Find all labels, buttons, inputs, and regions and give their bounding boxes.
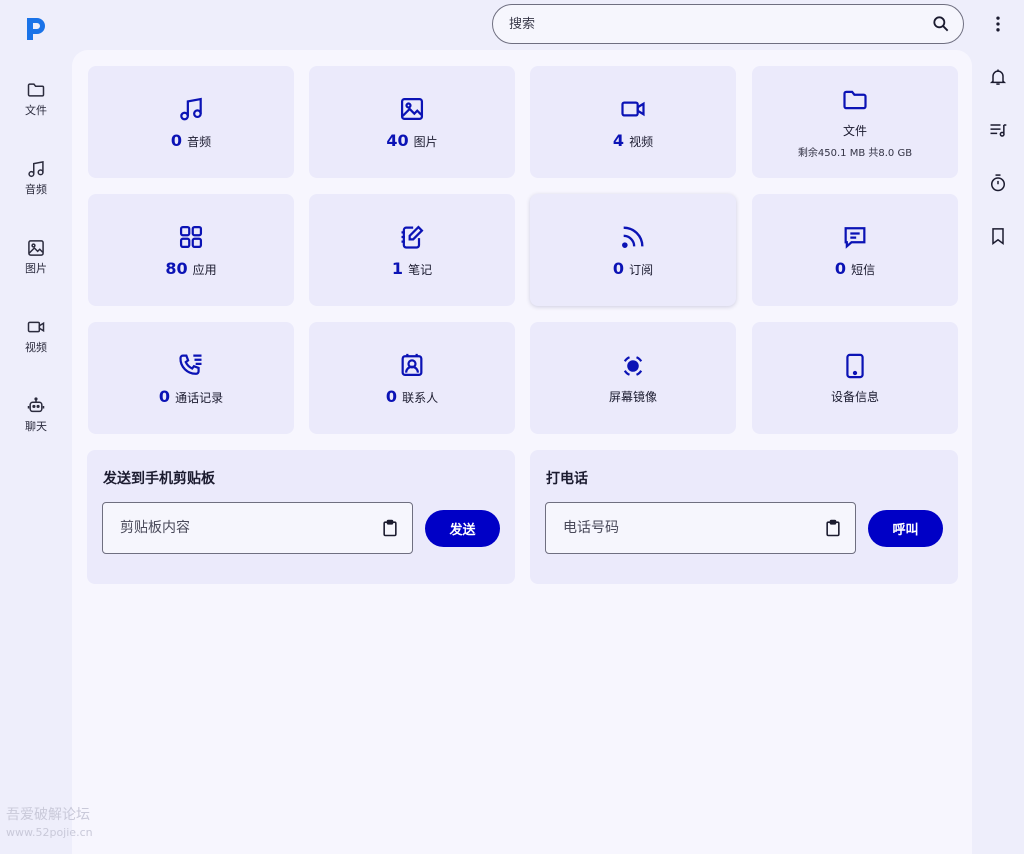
tile-screen-mirror[interactable]: 屏幕镜像 [530, 322, 736, 434]
video-icon [27, 321, 45, 333]
sidebar-item-label: 聊天 [25, 420, 47, 433]
tile-label: 设备信息 [830, 389, 879, 404]
playlist-button[interactable] [986, 118, 1010, 142]
tile-count: 0 [612, 258, 625, 278]
folder-icon [27, 83, 45, 97]
phone-field [545, 502, 856, 554]
tile-count: 0 [385, 386, 398, 406]
tile-count: 0 [170, 130, 183, 150]
tile-label: 应用 [192, 262, 217, 277]
call-card: 打电话 呼叫 [530, 450, 958, 584]
tile-count: 0 [834, 258, 847, 278]
phone-input[interactable] [561, 519, 823, 537]
contact-icon [401, 353, 423, 376]
grid-icon [179, 225, 203, 248]
tile-contacts[interactable]: 0 联系人 [309, 322, 515, 434]
phone-log-icon [179, 354, 202, 375]
sidebar-item-chat[interactable]: 聊天 [0, 396, 72, 456]
tile-video[interactable]: 4 视频 [530, 66, 736, 178]
clipboard-icon[interactable] [823, 518, 843, 538]
watermark-line: 吾爱破解论坛 [6, 807, 90, 823]
sidebar-item-label: 图片 [25, 262, 47, 275]
clipboard-field [102, 502, 413, 554]
main-content: 0 音频 40 图片 4 视频 文件 剩余450.1 MB 共8.0 GB 80 应用 … [72, 50, 972, 854]
sidebar-item-video[interactable]: 视频 [0, 317, 72, 377]
tablet-icon [846, 353, 864, 378]
search-input[interactable] [507, 15, 931, 33]
image-icon [400, 97, 424, 120]
video-icon [621, 100, 645, 117]
clipboard-input[interactable] [118, 519, 380, 537]
bookmark-button[interactable] [986, 224, 1010, 248]
sidebar-item-files[interactable]: 文件 [0, 80, 72, 140]
tile-audio[interactable]: 0 音频 [88, 66, 294, 178]
card-title: 发送到手机剪贴板 [103, 471, 215, 487]
tile-device-info[interactable]: 设备信息 [752, 322, 958, 434]
call-button[interactable]: 呼叫 [868, 510, 943, 547]
screen-record-icon [623, 355, 643, 376]
clipboard-card: 发送到手机剪贴板 发送 [87, 450, 515, 584]
search-bar [492, 4, 964, 44]
right-toolbar [972, 0, 1024, 854]
message-icon [844, 226, 866, 249]
sidebar-item-images[interactable]: 图片 [0, 238, 72, 298]
navigation-rail: 文件 音频 图片 视频 聊天 [0, 0, 72, 854]
tile-count: 1 [391, 258, 404, 278]
more-button[interactable] [986, 12, 1010, 36]
tile-label: 图片 [413, 134, 438, 149]
music-icon [180, 97, 202, 120]
watermark-line: www.52pojie.cn [6, 826, 93, 839]
tile-label: 屏幕镜像 [608, 389, 657, 404]
tile-notes[interactable]: 1 笔记 [309, 194, 515, 306]
timer-icon [991, 174, 1005, 192]
tile-label: 音频 [187, 134, 212, 149]
tile-sms[interactable]: 0 短信 [752, 194, 958, 306]
send-button[interactable]: 发送 [425, 510, 500, 547]
sidebar-item-audio[interactable]: 音频 [0, 159, 72, 219]
tile-label: 笔记 [408, 262, 433, 277]
card-title: 打电话 [546, 471, 588, 487]
tile-count: 40 [386, 130, 409, 150]
sidebar-item-label: 文件 [25, 104, 47, 117]
sidebar-item-label: 视频 [25, 341, 47, 354]
image-icon [28, 240, 44, 256]
watermark: 吾爱破解论坛 www.52pojie.cn [6, 806, 136, 842]
robot-icon [27, 397, 45, 413]
tile-files[interactable]: 文件 剩余450.1 MB 共8.0 GB [752, 66, 958, 178]
timer-button[interactable] [986, 171, 1010, 195]
tile-label: 短信 [851, 262, 876, 277]
playlist-icon [990, 124, 1007, 137]
tile-label: 通话记录 [175, 390, 224, 405]
tile-apps[interactable]: 80 应用 [88, 194, 294, 306]
clipboard-icon[interactable] [380, 518, 400, 538]
search-icon[interactable] [931, 14, 951, 34]
tile-count: 4 [612, 130, 625, 150]
tile-label: 视频 [629, 134, 654, 149]
notebook-pen-icon [401, 225, 424, 249]
tile-label: 联系人 [402, 390, 439, 405]
notifications-button[interactable] [986, 65, 1010, 89]
rss-icon [622, 226, 644, 248]
sidebar-item-label: 音频 [25, 183, 47, 196]
tile-feeds[interactable]: 0 订阅 [530, 194, 736, 306]
tile-label: 订阅 [629, 262, 654, 277]
music-icon [28, 161, 44, 178]
storage-info: 剩余450.1 MB 共8.0 GB [797, 147, 913, 159]
tile-count: 0 [158, 386, 171, 406]
tile-call-log[interactable]: 0 通话记录 [88, 322, 294, 434]
bookmark-icon [992, 228, 1004, 245]
more-vert-icon [996, 16, 1000, 32]
tile-count: 80 [165, 258, 188, 278]
app-logo-icon[interactable] [24, 16, 48, 42]
bell-icon [989, 69, 1007, 85]
tile-label: 文件 [842, 123, 867, 138]
folder-icon [843, 90, 867, 109]
tile-images[interactable]: 40 图片 [309, 66, 515, 178]
